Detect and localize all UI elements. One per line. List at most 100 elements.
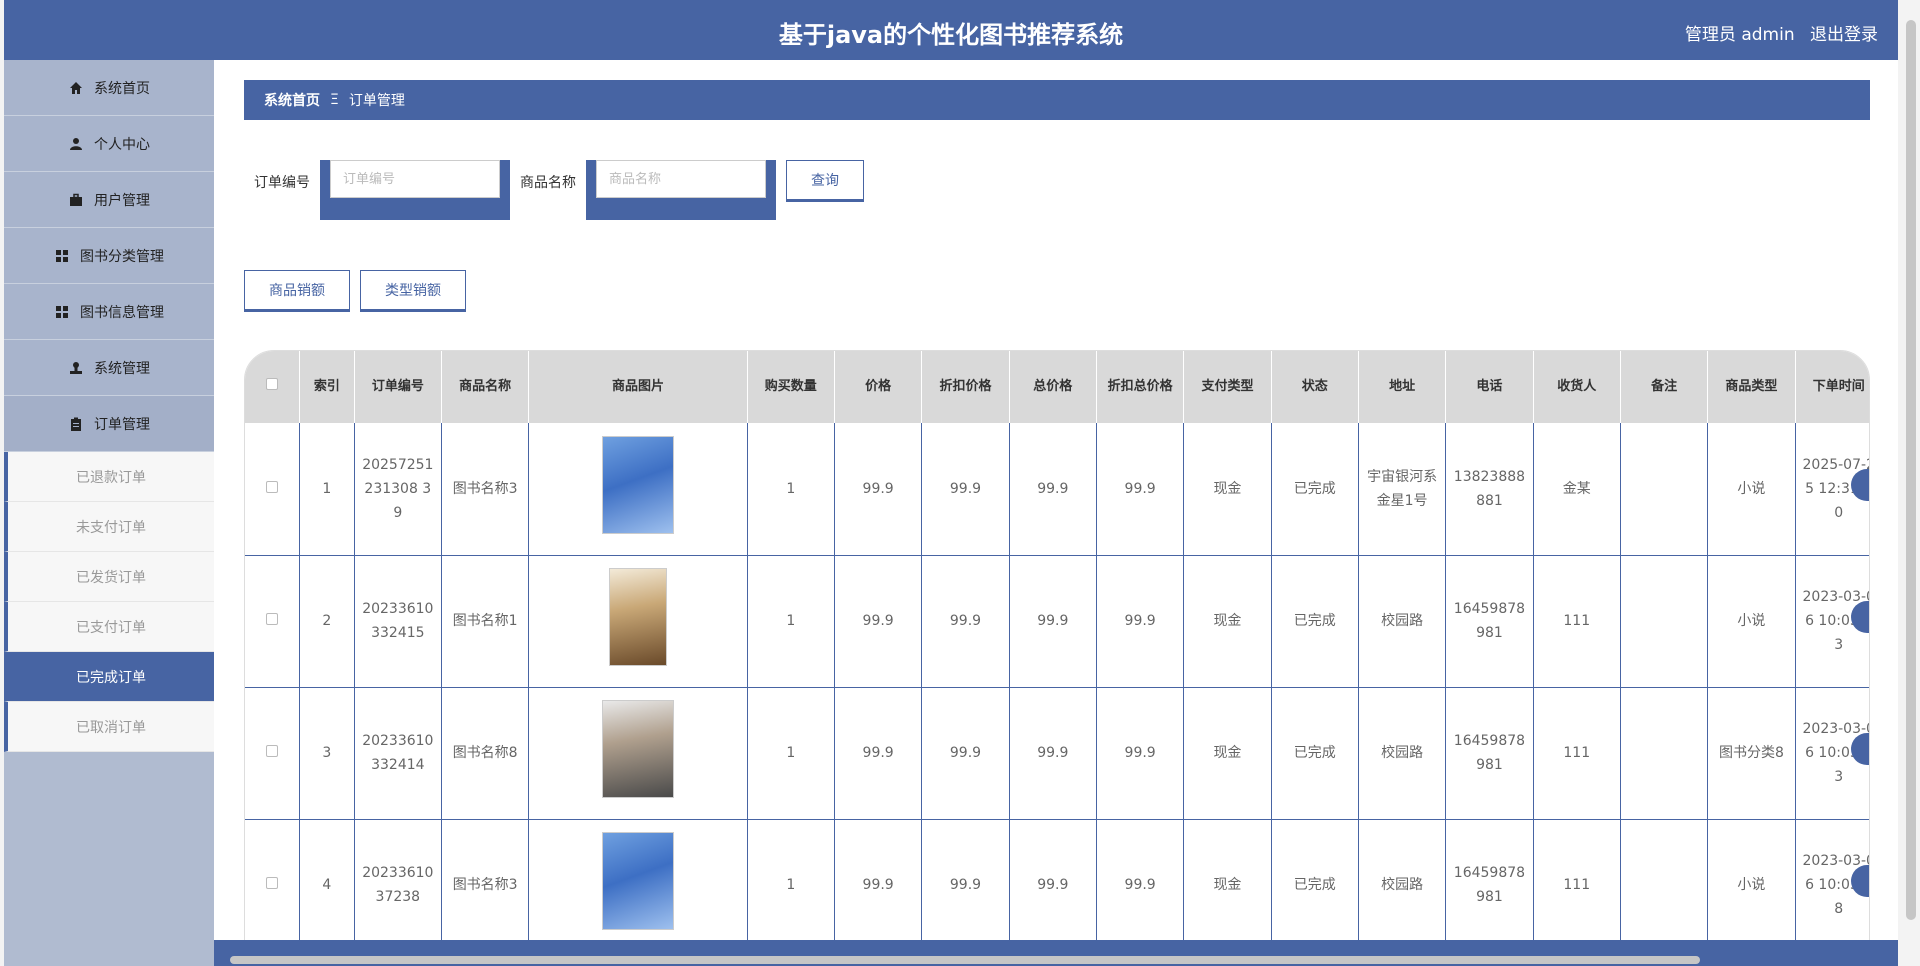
orders-table-wrap: 索引 订单编号 商品名称 商品图片 购买数量 价格 折扣价格 总价格 折扣总价格… xyxy=(244,350,1870,966)
column-header: 收货人 xyxy=(1533,351,1621,423)
cell-name: 图书名称1 xyxy=(441,555,530,688)
cell-pay: 现金 xyxy=(1183,687,1272,820)
cell-remark xyxy=(1620,555,1709,688)
product-name-input[interactable] xyxy=(596,160,766,198)
breadcrumb-home[interactable]: 系统首页 xyxy=(264,90,320,110)
type-sales-button[interactable]: 类型销额 xyxy=(360,270,466,310)
sidebar-item-label: 图书分类管理 xyxy=(80,248,164,265)
column-header: 支付类型 xyxy=(1183,351,1272,423)
cell-discount-total: 99.9 xyxy=(1096,687,1185,820)
clipboard-icon xyxy=(68,416,84,432)
sub-item-refunded[interactable]: 已退款订单 xyxy=(4,452,214,502)
cell-order-no: 20257251231308 39 xyxy=(354,423,442,556)
cell-pay: 现金 xyxy=(1183,423,1272,556)
cell-remark xyxy=(1620,819,1709,952)
grid-icon xyxy=(54,304,70,320)
column-header: 下单时间 xyxy=(1795,351,1869,423)
book-cover-image[interactable] xyxy=(608,568,667,666)
cell-total: 99.9 xyxy=(1009,555,1097,688)
table-row: 4 2023361037238 图书名称3 1 99.9 99.9 99.9 9… xyxy=(245,819,1869,952)
sidebar-item-label: 系统管理 xyxy=(94,360,150,377)
row-select-cell xyxy=(245,819,301,952)
query-button[interactable]: 查询 xyxy=(786,160,864,200)
action-bar: 商品销额 类型销额 xyxy=(244,270,466,310)
sub-item-paid[interactable]: 已支付订单 xyxy=(4,602,214,652)
column-header: 购买数量 xyxy=(747,351,835,423)
column-header: 状态 xyxy=(1271,351,1359,423)
select-all-checkbox[interactable] xyxy=(266,378,279,390)
cell-index: 3 xyxy=(299,687,355,820)
row-checkbox[interactable] xyxy=(266,480,279,493)
cell-total: 99.9 xyxy=(1009,423,1097,556)
briefcase-icon xyxy=(68,192,84,208)
sidebar-item-label: 订单管理 xyxy=(94,416,150,433)
sidebar-item-book-category[interactable]: 图书分类管理 xyxy=(4,228,214,284)
column-header: 商品图片 xyxy=(528,351,748,423)
column-header: 折扣总价格 xyxy=(1096,351,1185,423)
order-no-input[interactable] xyxy=(330,160,500,198)
column-header: 商品名称 xyxy=(441,351,530,423)
row-select-cell xyxy=(245,555,301,688)
sidebar-item-book-info[interactable]: 图书信息管理 xyxy=(4,284,214,340)
stamp-icon xyxy=(68,360,84,376)
cell-qty: 1 xyxy=(747,555,835,688)
cell-discount-total: 99.9 xyxy=(1096,423,1185,556)
cell-cover xyxy=(528,555,748,688)
cell-phone: 16459878981 xyxy=(1445,555,1534,688)
cell-status: 已完成 xyxy=(1271,555,1359,688)
sub-item-unpaid[interactable]: 未支付订单 xyxy=(4,502,214,552)
sidebar-item-orders[interactable]: 订单管理 xyxy=(4,396,214,452)
row-checkbox[interactable] xyxy=(266,877,279,889)
cell-price: 99.9 xyxy=(834,687,923,820)
cell-phone: 16459878981 xyxy=(1445,819,1534,952)
cell-receiver: 111 xyxy=(1533,555,1621,688)
book-cover-image[interactable] xyxy=(601,700,674,798)
cell-remark xyxy=(1620,687,1709,820)
cell-receiver: 111 xyxy=(1533,819,1621,952)
sub-item-shipped[interactable]: 已发货订单 xyxy=(4,552,214,602)
row-checkbox[interactable] xyxy=(266,745,279,757)
column-header: 备注 xyxy=(1620,351,1709,423)
user-label: 管理员 admin xyxy=(1684,25,1795,45)
breadcrumb-current: 订单管理 xyxy=(348,93,405,109)
cell-remark xyxy=(1620,423,1709,556)
order-no-label: 订单编号 xyxy=(254,175,310,191)
table-row: 2 20233610332415 图书名称1 1 99.9 99.9 99.9 … xyxy=(245,555,1869,688)
cell-qty: 1 xyxy=(747,423,835,556)
cell-order-no: 2023361037238 xyxy=(354,819,442,952)
cell-order-no: 20233610332414 xyxy=(354,687,442,820)
sub-item-completed[interactable]: 已完成订单 xyxy=(4,652,214,702)
app: 基于java的个性化图书推荐系统 管理员 admin 退出登录 系统首页 个人中… xyxy=(0,0,1920,966)
cell-status: 已完成 xyxy=(1271,687,1359,820)
select-all-header xyxy=(245,351,301,423)
row-checkbox[interactable] xyxy=(266,613,279,625)
breadcrumb-separator-icon: Ξ xyxy=(330,92,339,108)
cell-type: 小说 xyxy=(1707,423,1796,556)
cell-price: 99.9 xyxy=(834,819,923,952)
horizontal-scrollbar[interactable] xyxy=(230,956,1700,964)
product-sales-button[interactable]: 商品销额 xyxy=(244,270,350,310)
cell-qty: 1 xyxy=(747,819,835,952)
cell-name: 图书名称3 xyxy=(441,819,530,952)
book-cover-image[interactable] xyxy=(601,832,674,930)
row-select-cell xyxy=(245,687,301,820)
cell-address: 校园路 xyxy=(1358,819,1447,952)
user-icon xyxy=(68,136,84,152)
table-header-row: 索引 订单编号 商品名称 商品图片 购买数量 价格 折扣价格 总价格 折扣总价格… xyxy=(245,351,1869,423)
sidebar-item-profile[interactable]: 个人中心 xyxy=(4,116,214,172)
sidebar-item-system[interactable]: 系统管理 xyxy=(4,340,214,396)
table-body: 1 20257251231308 39 图书名称3 1 99.9 99.9 99… xyxy=(245,423,1869,952)
book-cover-image[interactable] xyxy=(601,435,674,534)
sub-item-cancelled[interactable]: 已取消订单 xyxy=(4,702,214,752)
logout-link[interactable]: 退出登录 xyxy=(1810,25,1878,45)
cell-receiver: 金某 xyxy=(1533,423,1621,556)
cell-phone: 13823888881 xyxy=(1445,423,1534,556)
column-header: 价格 xyxy=(834,351,923,423)
vertical-scrollbar[interactable] xyxy=(1906,20,1916,920)
table-row: 3 20233610332414 图书名称8 1 99.9 99.9 99.9 … xyxy=(245,687,1869,820)
sidebar-item-home[interactable]: 系统首页 xyxy=(4,60,214,116)
sidebar-item-users[interactable]: 用户管理 xyxy=(4,172,214,228)
row-select-cell xyxy=(245,423,301,556)
cell-index: 2 xyxy=(299,555,355,688)
cell-phone: 16459878981 xyxy=(1445,687,1534,820)
